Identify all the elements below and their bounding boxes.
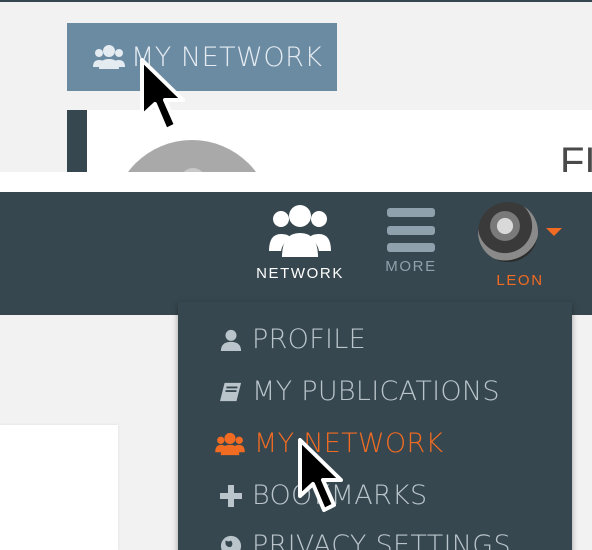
cropped-heading: FI [560,140,592,172]
users-icon [93,45,125,69]
menu-item-label: PROFILE [252,324,366,355]
menu-item-privacy-settings[interactable]: PRIVACY SETTINGS [218,530,511,550]
menu-item-label: MY PUBLICATIONS [252,376,500,407]
top-navigation-bar: NETWORK MORE LEON [0,192,592,315]
nav-more-label: MORE [385,258,437,275]
users-icon [269,205,331,257]
mouse-cursor-icon [140,58,185,132]
panel-separator [0,172,592,192]
menu-item-my-publications[interactable]: MY PUBLICATIONS [218,376,500,407]
globe-icon [218,533,244,550]
zoomed-callout: MY NETWORK FI [0,0,592,172]
menu-bars-icon [387,208,435,252]
nav-user-label: LEON [496,272,544,289]
nav-network[interactable]: NETWORK [254,192,346,282]
mouse-cursor-icon [298,438,343,512]
top-divider [0,0,592,2]
users-icon [214,431,246,457]
my-network-button[interactable]: MY NETWORK [67,23,337,91]
avatar[interactable] [478,202,538,262]
nav-user-menu[interactable]: LEON [476,192,564,289]
card-accent-stripe [67,110,87,172]
content-card [0,425,118,550]
caret-down-icon[interactable] [546,228,562,236]
plus-icon [218,483,244,509]
user-dropdown-menu: PROFILE MY PUBLICATIONS MY NETWORK BOOKM… [178,302,572,550]
menu-item-profile[interactable]: PROFILE [218,324,366,355]
nav-network-label: NETWORK [256,265,344,282]
menu-item-label: PRIVACY SETTINGS [252,530,511,550]
menu-item-label: MY NETWORK [254,428,444,459]
book-icon [218,379,244,405]
user-icon [218,327,244,353]
nav-more[interactable]: MORE [378,192,444,275]
